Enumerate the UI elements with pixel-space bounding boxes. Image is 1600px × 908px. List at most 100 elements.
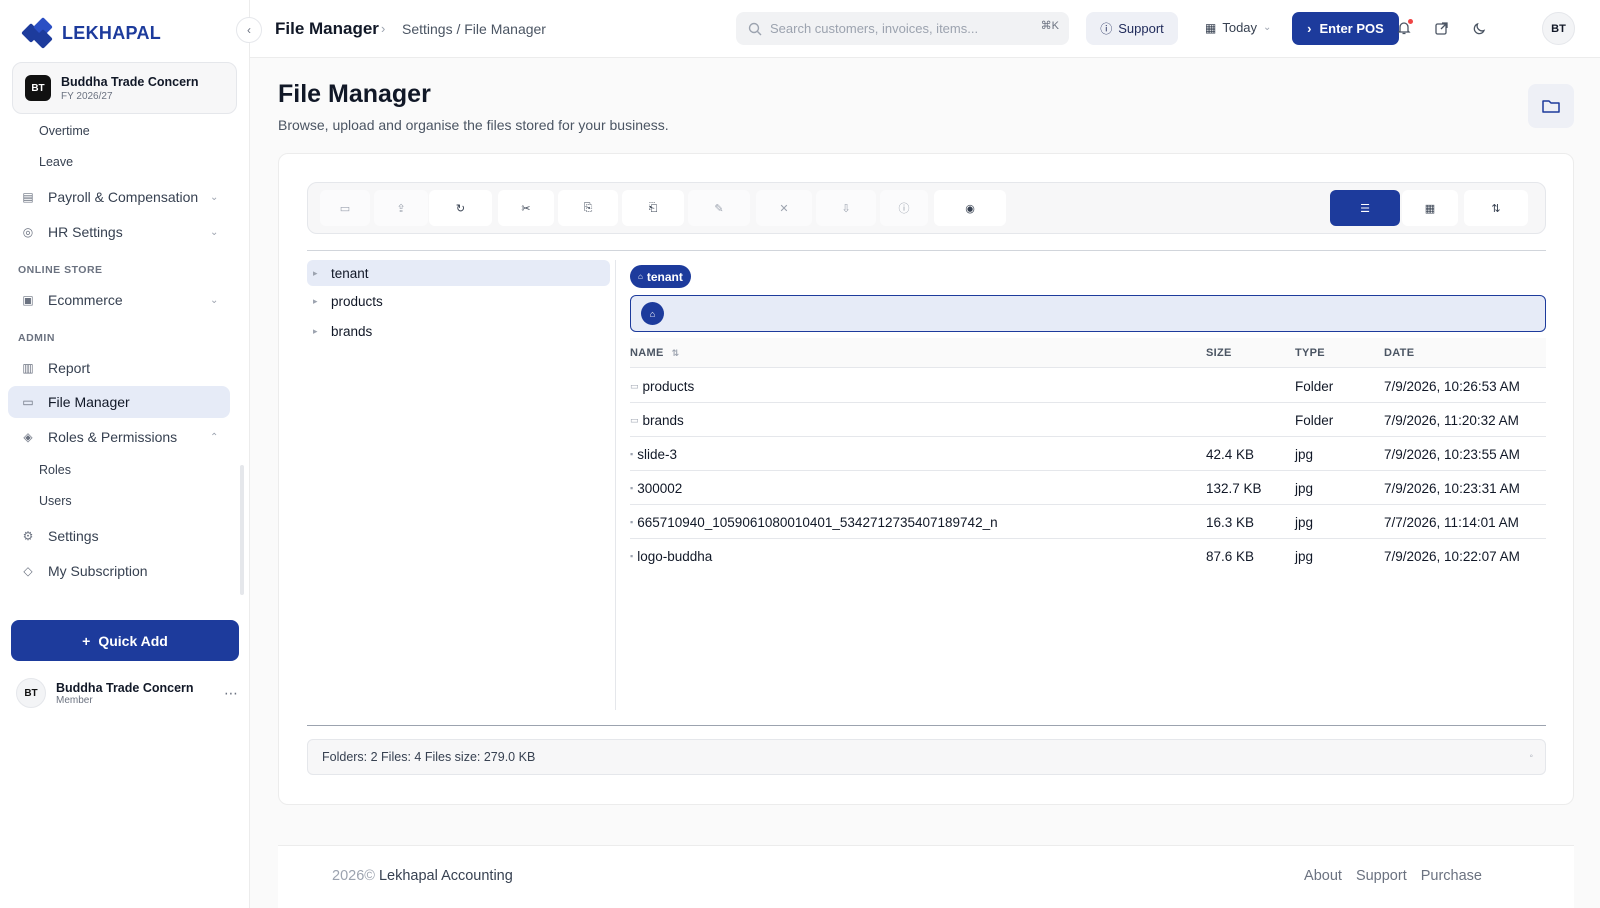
moon-icon	[1473, 22, 1485, 34]
toolbar-copy-icon[interactable]: ⎘	[558, 190, 618, 226]
sidebar-item-overtime[interactable]: Overtime	[39, 124, 90, 138]
column-name-label: NAME	[630, 347, 664, 359]
global-search[interactable]: ⌘K	[736, 12, 1069, 45]
toolbar-upload-icon[interactable]: ⇪	[374, 190, 428, 226]
image-file-icon: ▪	[630, 483, 634, 493]
sidebar-item-report[interactable]: ▥ Report	[8, 352, 230, 384]
toolbar-preview-icon[interactable]: ◉	[934, 190, 1006, 226]
path-breadcrumb-label: tenant	[646, 269, 683, 284]
toolbar-list-view-icon[interactable]: ☰	[1330, 190, 1400, 226]
sidebar-item-payroll[interactable]: ▤ Payroll & Compensation ⌄	[8, 181, 230, 213]
user-name: Buddha Trade Concern	[56, 680, 194, 695]
column-size[interactable]: SIZE	[1206, 338, 1232, 368]
toolbar-info-icon[interactable]: ⓘ	[880, 190, 928, 226]
folder-icon: ▸	[313, 325, 318, 336]
quick-add-button[interactable]: + Quick Add	[11, 620, 239, 661]
footer-link-support[interactable]: Support	[1356, 868, 1407, 884]
status-bar: Folders: 2 Files: 4 Files size: 279.0 KB…	[307, 739, 1546, 775]
date-filter[interactable]: ▦ Today ⌄	[1205, 20, 1271, 35]
org-switcher[interactable]: BT Buddha Trade Concern FY 2026/27	[12, 62, 237, 114]
chevron-up-icon: ⌃	[210, 431, 219, 443]
external-link-button[interactable]	[1430, 17, 1452, 39]
path-bar[interactable]: ⌂	[630, 295, 1546, 332]
toolbar-cut-icon[interactable]: ✂	[498, 190, 554, 226]
subscription-icon: ◇	[23, 564, 33, 578]
sidebar-item-label: Payroll & Compensation	[48, 189, 199, 205]
folder-icon: ▸	[313, 267, 318, 278]
copyright: 2026© Lekhapal Accounting	[332, 868, 513, 884]
home-icon[interactable]: ⌂	[641, 302, 664, 325]
toolbar-new-folder-icon[interactable]: ▭	[320, 190, 370, 226]
chevron-right-icon: ›	[1307, 21, 1312, 36]
folder-tree: ▸ tenant ▸ products ▸ brands	[307, 260, 616, 710]
copyright-year: 2026©	[332, 868, 375, 884]
column-type[interactable]: TYPE	[1295, 338, 1325, 368]
brand-logo[interactable]: LEKHAPAL	[21, 17, 161, 49]
tree-item-label: brands	[331, 323, 373, 339]
sidebar-item-leave[interactable]: Leave	[39, 155, 73, 169]
avatar[interactable]: BT	[1542, 12, 1575, 45]
footer-link-purchase[interactable]: Purchase	[1421, 868, 1482, 884]
table-row[interactable]: ▪ logo-buddha 87.6 KB jpg 7/9/2026, 10:22…	[630, 539, 1546, 573]
open-folder-button[interactable]	[1528, 84, 1574, 128]
file-name: 665710940_1059061080010401_5342712735407…	[637, 514, 998, 530]
breadcrumb[interactable]: Settings / File Manager	[402, 21, 546, 37]
enter-pos-button[interactable]: › Enter POS	[1292, 12, 1399, 45]
tree-item-brands[interactable]: ▸ brands	[307, 318, 610, 344]
collapse-sidebar-button[interactable]: ‹	[236, 17, 262, 43]
search-input[interactable]	[770, 21, 1030, 36]
help-icon: ⓘ	[1100, 22, 1113, 36]
folder-icon: ▭	[630, 414, 639, 425]
column-name[interactable]: NAME ⇅	[630, 338, 679, 368]
tree-item-label: products	[331, 293, 383, 309]
sidebar-item-ecommerce[interactable]: ▣ Ecommerce ⌄	[8, 284, 230, 316]
footer-links: About Support Purchase	[1304, 868, 1482, 884]
toolbar-rename-icon[interactable]: ✎	[688, 190, 750, 226]
user-menu[interactable]: BT Buddha Trade Concern Member ⋯	[16, 678, 238, 708]
table-row[interactable]: ▭ brands Folder 7/9/2026, 11:20:32 AM	[630, 403, 1546, 437]
payroll-icon: ▤	[22, 190, 34, 204]
tree-item-products[interactable]: ▸ products	[307, 288, 610, 314]
folder-icon: ▭	[22, 395, 34, 409]
toolbar-sort-icon[interactable]: ⇅	[1464, 190, 1528, 226]
sidebar-item-settings[interactable]: ⚙ Settings	[8, 520, 230, 552]
more-icon[interactable]: ⋯	[224, 685, 238, 702]
chevron-down-icon: ⌄	[210, 226, 219, 238]
footer-link-about[interactable]: About	[1304, 868, 1342, 884]
toolbar-refresh-icon[interactable]: ↻	[429, 190, 492, 226]
file-toolbar: ▭ ⇪ ↻ ✂ ⎘ ⎗ ✎ ✕ ⇩ ⓘ ◉ ☰ ▦ ⇅	[307, 182, 1546, 234]
sidebar-item-users[interactable]: Users	[39, 494, 72, 508]
header-title: File Manager	[275, 19, 379, 38]
image-file-icon: ▪	[630, 517, 634, 527]
sidebar-item-roles[interactable]: Roles	[39, 463, 71, 477]
hr-settings-icon: ◎	[22, 225, 34, 239]
resize-icon[interactable]: ◦	[1529, 751, 1533, 762]
file-type: Folder	[1295, 378, 1334, 394]
sidebar-item-hr-settings[interactable]: ◎ HR Settings ⌄	[8, 216, 230, 248]
table-row[interactable]: ▪ 300002 132.7 KB jpg 7/9/2026, 10:23:31 …	[630, 471, 1546, 505]
file-name: brands	[642, 412, 684, 428]
toolbar-delete-icon[interactable]: ✕	[756, 190, 812, 226]
table-row[interactable]: ▪ 665710940_1059061080010401_534271273540…	[630, 505, 1546, 539]
toolbar-grid-view-icon[interactable]: ▦	[1402, 190, 1458, 226]
sidebar-item-roles-permissions[interactable]: ◈ Roles & Permissions ⌃	[8, 421, 230, 453]
toolbar-paste-icon[interactable]: ⎗	[622, 190, 684, 226]
sidebar-item-subscription[interactable]: ◇ My Subscription	[8, 555, 230, 587]
table-row[interactable]: ▪ slide-3 42.4 KB jpg 7/9/2026, 10:23:55 …	[630, 437, 1546, 471]
column-date[interactable]: DATE	[1384, 338, 1414, 368]
quick-add-label: Quick Add	[98, 632, 168, 649]
org-avatar: BT	[25, 75, 51, 101]
toolbar-download-icon[interactable]: ⇩	[816, 190, 876, 226]
path-breadcrumb-tenant[interactable]: ⌂ tenant	[630, 265, 691, 288]
theme-toggle-button[interactable]	[1468, 17, 1490, 39]
chevron-left-icon: ‹	[247, 23, 251, 37]
sidebar-scrollbar[interactable]	[240, 465, 244, 595]
tree-item-tenant[interactable]: ▸ tenant	[307, 260, 610, 286]
support-button[interactable]: ⓘ Support	[1086, 12, 1178, 45]
notifications-button[interactable]	[1393, 17, 1415, 39]
file-type: jpg	[1295, 446, 1314, 462]
sidebar-item-file-manager[interactable]: ▭ File Manager	[8, 386, 230, 418]
table-row[interactable]: ▭ products Folder 7/9/2026, 10:26:53 AM	[630, 369, 1546, 403]
section-online-store: ONLINE STORE	[18, 264, 103, 276]
file-size: 132.7 KB	[1206, 480, 1262, 496]
